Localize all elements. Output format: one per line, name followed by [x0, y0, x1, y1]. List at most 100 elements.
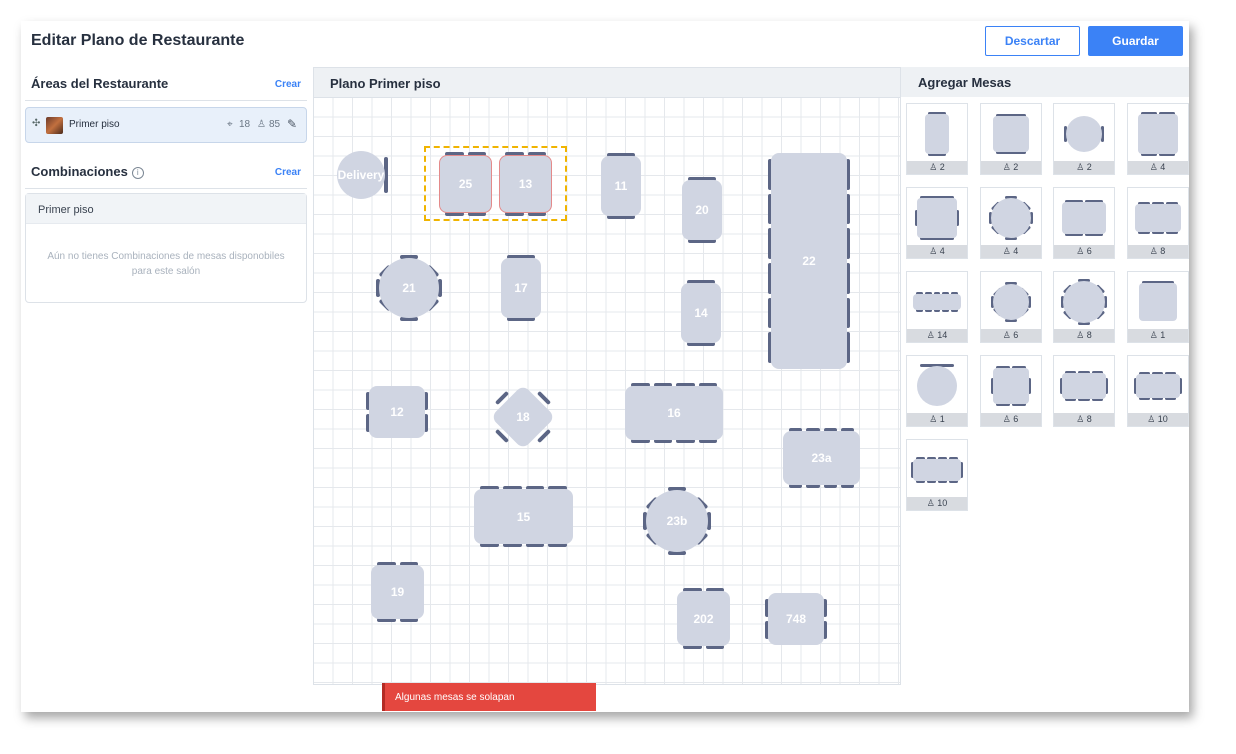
table-16[interactable]: 16 — [625, 383, 723, 443]
edit-icon[interactable]: ✎ — [287, 117, 297, 131]
table-type-card[interactable]: ♙ 8 — [1053, 271, 1115, 343]
preview-table — [990, 366, 1031, 406]
table-label: 12 — [369, 386, 425, 438]
table-type-card[interactable]: ♙ 2 — [906, 103, 968, 175]
table-19[interactable]: 19 — [371, 562, 424, 622]
table-label: 23b — [646, 490, 708, 552]
preview-table — [913, 292, 961, 312]
table-type-card[interactable]: ♙ 2 — [979, 103, 1042, 175]
discard-button[interactable]: Descartar — [985, 26, 1080, 56]
table-Delivery[interactable]: Delivery — [337, 151, 388, 199]
table-type-card[interactable]: ♙ 8 — [1126, 187, 1189, 259]
preview-table-body — [1137, 114, 1178, 154]
seat-count-label: ♙ 6 — [980, 413, 1041, 426]
plan-title: Plano Primer piso — [330, 76, 441, 91]
table-type-card[interactable]: ♙ 4 — [979, 187, 1042, 259]
table-12[interactable]: 12 — [366, 386, 428, 438]
preview-table-body — [917, 198, 957, 238]
combinations-title: Combinaciones i — [31, 164, 144, 179]
preview-table-body — [913, 459, 961, 481]
table-shape-preview — [907, 272, 967, 330]
areas-header: Áreas del Restaurante Crear — [25, 67, 307, 101]
table-11[interactable]: 11 — [601, 153, 641, 219]
area-thumbnail — [46, 117, 63, 134]
table-shape-preview — [1128, 104, 1188, 162]
seat-count-label: ♙ 8 — [1054, 413, 1114, 426]
combinations-box: Primer piso Aún no tienes Combinaciones … — [25, 193, 307, 303]
table-type-card[interactable]: ♙ 4 — [1126, 103, 1189, 175]
combo-box-title: Primer piso — [26, 194, 306, 224]
preview-table-body — [913, 294, 961, 310]
seat-count: 85 — [269, 119, 281, 130]
preview-table — [1062, 200, 1106, 236]
table-type-card[interactable]: ♙ 10 — [906, 439, 968, 511]
table-21[interactable]: 21 — [376, 255, 442, 321]
table-23a[interactable]: 23a — [783, 428, 860, 488]
table-14[interactable]: 14 — [681, 280, 721, 346]
table-shape-preview — [907, 104, 967, 162]
preview-table — [1060, 371, 1108, 401]
table-748[interactable]: 748 — [765, 593, 827, 645]
table-shape-preview — [1054, 356, 1114, 414]
drag-handle-icon[interactable]: ✣ — [32, 118, 40, 129]
add-tables-header: Agregar Mesas — [901, 67, 1189, 97]
seat-count-label: ♙ 4 — [980, 245, 1041, 258]
table-label: 17 — [501, 258, 541, 318]
preview-table — [1138, 281, 1177, 321]
table-label: 15 — [474, 489, 573, 544]
preview-table-body — [1062, 373, 1106, 399]
preview-table — [915, 196, 959, 240]
table-label: 14 — [681, 283, 721, 343]
table-15[interactable]: 15 — [474, 486, 573, 547]
table-202[interactable]: 202 — [677, 588, 730, 649]
table-type-card[interactable]: ♙ 1 — [1126, 271, 1189, 343]
table-shape-preview — [981, 272, 1041, 330]
table-label: 18 — [516, 410, 530, 424]
table-shape-preview — [981, 188, 1041, 246]
add-tables-panel: Agregar Mesas ♙ 2 ♙ 2 ♙ 2 ♙ 4 ♙ 4 ♙ 4 ♙ 6 ♙ 8 ♙ … — [901, 67, 1189, 712]
seat-count-label: ♙ 1 — [907, 413, 967, 426]
table-label: 16 — [625, 386, 723, 440]
seat-count-label: ♙ 10 — [907, 497, 967, 510]
seat-count-label: ♙ 2 — [907, 161, 967, 174]
table-type-card[interactable]: ♙ 1 — [906, 355, 968, 427]
table-type-card[interactable]: ♙ 4 — [906, 187, 968, 259]
table-17[interactable]: 17 — [501, 255, 541, 321]
table-18[interactable]: 18 — [490, 384, 556, 450]
preview-table-body — [992, 284, 1029, 320]
table-shape-preview — [1054, 272, 1114, 330]
table-type-card[interactable]: ♙ 8 — [1053, 355, 1115, 427]
area-item-primer-piso[interactable]: ✣ Primer piso ⌖ 18 ♙ 85 ✎ — [25, 107, 307, 143]
table-22[interactable]: 22 — [768, 153, 850, 369]
preview-table — [1133, 372, 1182, 400]
table-shape-preview — [1054, 188, 1114, 246]
table-type-card[interactable]: ♙ 6 — [979, 355, 1042, 427]
table-label: 202 — [677, 591, 730, 646]
preview-table-body — [992, 116, 1029, 152]
preview-table-body — [1135, 374, 1180, 398]
table-type-card[interactable]: ♙ 10 — [1126, 355, 1189, 427]
table-type-card[interactable]: ♙ 6 — [979, 271, 1042, 343]
create-area-link[interactable]: Crear — [275, 79, 301, 90]
save-button[interactable]: Guardar — [1088, 26, 1183, 56]
table-count: 18 — [239, 119, 251, 130]
preview-table — [1061, 279, 1107, 325]
table-label: 19 — [371, 565, 424, 619]
info-icon[interactable]: i — [131, 167, 144, 179]
table-shape-preview — [907, 188, 967, 246]
preview-table — [1134, 202, 1181, 234]
table-23b[interactable]: 23b — [643, 487, 711, 555]
table-20[interactable]: 20 — [682, 177, 722, 243]
table-type-card[interactable]: ♙ 6 — [1053, 187, 1115, 259]
combinations-header: Combinaciones i Crear — [25, 155, 307, 189]
table-type-card[interactable]: ♙ 14 — [906, 271, 968, 343]
create-combination-link[interactable]: Crear — [275, 167, 301, 178]
table-label: 20 — [682, 180, 722, 240]
selection-box[interactable] — [424, 146, 567, 221]
table-label: 22 — [771, 153, 847, 369]
top-bar: Editar Plano de Restaurante Descartar Gu… — [21, 21, 1189, 67]
table-type-card[interactable]: ♙ 2 — [1053, 103, 1115, 175]
preview-table — [911, 457, 963, 483]
preview-table-body — [1062, 202, 1106, 234]
table-shape-preview — [907, 356, 967, 414]
